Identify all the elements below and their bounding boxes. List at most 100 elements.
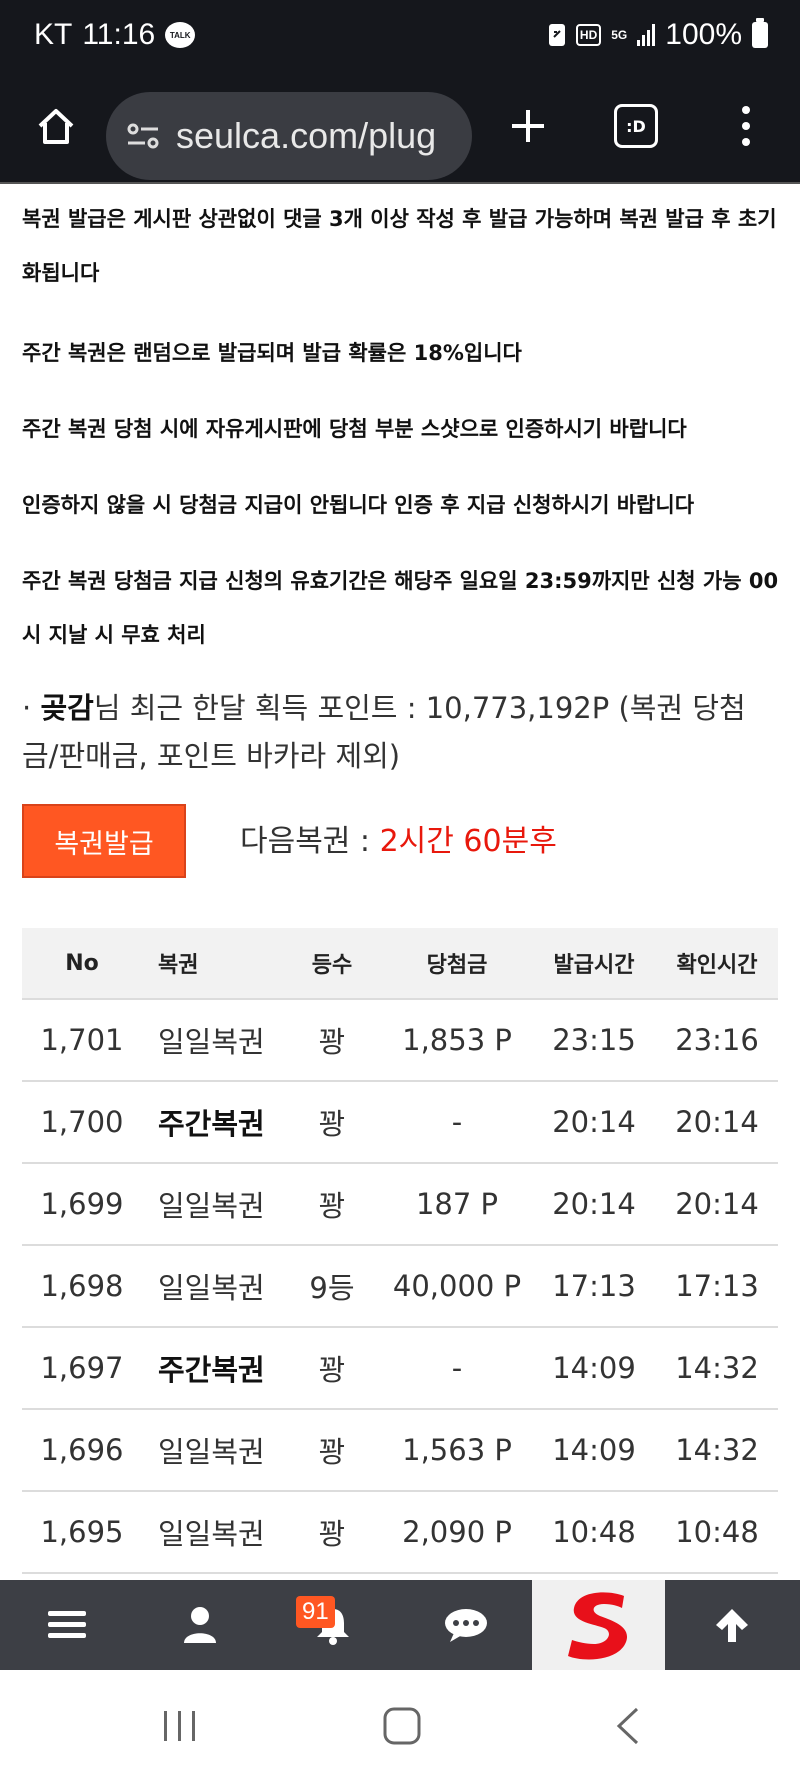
network-5g-icon: 5G	[611, 28, 628, 42]
row-no: 1,695	[40, 1515, 124, 1549]
nav-notifications-button[interactable]: 91	[266, 1580, 399, 1670]
header-no: No	[65, 950, 99, 976]
browser-menu-button[interactable]	[726, 98, 766, 154]
row-no: 1,701	[40, 1023, 124, 1057]
row-rank: 꽝	[318, 1025, 346, 1059]
status-right: HD 5G 100%	[548, 18, 768, 52]
row-type: 일일복권	[158, 1189, 265, 1223]
issue-lottery-button[interactable]: 복권발급	[22, 804, 186, 878]
notification-badge: 91	[296, 1596, 335, 1628]
notice-5: 주간 복권 당첨금 지급 신청의 유효기간은 해당주 일요일 23:59까지만 …	[22, 569, 779, 647]
user-nickname: 곶감	[40, 691, 94, 725]
row-no: 1,700	[40, 1105, 124, 1139]
row-issued: 23:15	[552, 1023, 636, 1057]
row-checked: 14:32	[675, 1351, 759, 1385]
site-logo-button[interactable]	[532, 1580, 665, 1670]
table-row: 1,698 일일복권 9등 40,000 P 17:13 17:13	[22, 1246, 778, 1328]
clock: 11:16	[82, 18, 156, 51]
row-checked: 10:48	[675, 1515, 759, 1549]
battery-percent: 100%	[665, 18, 742, 51]
notice-4: 인증하지 않을 시 당첨금 지급이 안됩니다 인증 후 지급 신청하시기 바랍니…	[22, 493, 695, 517]
recent-apps-button[interactable]	[150, 1696, 210, 1756]
header-prize: 당첨금	[426, 953, 488, 978]
nav-profile-button[interactable]	[133, 1580, 266, 1670]
row-rank: 꽝	[318, 1517, 346, 1551]
lock-card-icon	[548, 23, 566, 47]
row-type: 일일복권	[158, 1435, 265, 1469]
row-rank: 꽝	[318, 1189, 346, 1223]
tab-switcher-button[interactable]: :D	[614, 104, 658, 148]
home-icon	[38, 109, 74, 144]
row-no: 1,698	[40, 1269, 124, 1303]
status-bar: KT 11:16 TALK HD 5G 100%	[0, 0, 800, 74]
row-type: 주간복권	[158, 1107, 265, 1141]
home-nav-button[interactable]	[372, 1696, 432, 1756]
notice-2: 주간 복권은 랜덤으로 발급되며 발급 확률은 18%입니다	[22, 341, 522, 365]
table-row: 1,700 주간복권 꽝 - 20:14 20:14	[22, 1082, 778, 1164]
points-bullet: ·	[22, 691, 32, 725]
signal-icon	[637, 24, 656, 46]
table-header: No 복권 등수 당첨금 발급시간 확인시간	[22, 928, 778, 1000]
header-type: 복권	[158, 953, 199, 978]
row-issued: 14:09	[552, 1351, 636, 1385]
row-checked: 23:16	[675, 1023, 759, 1057]
row-rank: 꽝	[318, 1353, 346, 1387]
site-logo	[567, 1592, 627, 1660]
row-prize: 2,090 P	[402, 1515, 512, 1549]
row-checked: 17:13	[675, 1269, 759, 1303]
chat-icon	[444, 1609, 487, 1642]
back-button[interactable]	[598, 1696, 658, 1756]
url-text: seulca.com/plug	[176, 115, 437, 156]
points-text: 님 최근 한달 획득 포인트 : 10,773,192P (복권 당첨금/판매금…	[22, 691, 746, 773]
more-dot	[742, 138, 750, 146]
row-issued: 17:13	[552, 1269, 636, 1303]
row-checked: 14:32	[675, 1433, 759, 1467]
header-checked: 확인시간	[676, 953, 758, 978]
back-chevron-icon	[616, 1707, 639, 1745]
header-rank: 등수	[311, 953, 353, 978]
row-checked: 20:14	[675, 1105, 759, 1139]
row-type: 일일복권	[158, 1517, 265, 1551]
nav-menu-button[interactable]	[0, 1580, 133, 1670]
row-rank: 9등	[309, 1271, 355, 1305]
plus-icon	[512, 110, 544, 142]
nav-chat-button[interactable]	[399, 1580, 532, 1670]
row-rank: 꽝	[318, 1435, 346, 1469]
row-type: 일일복권	[158, 1025, 265, 1059]
more-dot	[742, 122, 750, 130]
next-lottery-label: 다음복권 :	[240, 824, 380, 859]
status-left: KT 11:16 TALK	[34, 18, 196, 52]
lottery-history-table: No 복권 등수 당첨금 발급시간 확인시간 1,701 일일복권 꽝 1,853 P…	[22, 928, 778, 1574]
scroll-top-button[interactable]	[665, 1580, 798, 1670]
row-prize: -	[451, 1351, 463, 1385]
new-tab-button[interactable]	[500, 98, 556, 154]
menu-icon	[47, 1611, 86, 1638]
monthly-points: · 곶감님 최근 한달 획득 포인트 : 10,773,192P (복권 당첨금…	[22, 684, 782, 780]
row-issued: 10:48	[552, 1515, 636, 1549]
home-square-icon	[383, 1707, 421, 1745]
notice-3: 주간 복권 당첨 시에 자유게시판에 당첨 부분 스샷으로 인증하시기 바랍니다	[22, 417, 687, 441]
address-bar[interactable]: seulca.com/plug	[106, 92, 472, 180]
notice-1: 복권 발급은 게시판 상관없이 댓글 3개 이상 작성 후 발급 가능하며 복권…	[22, 207, 777, 285]
arrow-up-icon	[715, 1609, 748, 1642]
row-no: 1,696	[40, 1433, 124, 1467]
table-row: 1,699 일일복권 꽝 187 P 20:14 20:14	[22, 1164, 778, 1246]
hd-voice-icon: HD	[575, 24, 602, 46]
row-prize: -	[451, 1105, 463, 1139]
kakaotalk-icon: TALK	[165, 22, 196, 48]
carrier: KT	[34, 18, 73, 51]
row-type: 주간복권	[158, 1353, 265, 1387]
home-button[interactable]	[28, 98, 84, 154]
site-settings-icon	[127, 123, 159, 149]
system-navigation-bar	[0, 1670, 800, 1778]
table-row: 1,701 일일복권 꽝 1,853 P 23:15 23:16	[22, 1000, 778, 1082]
row-prize: 1,563 P	[402, 1433, 512, 1467]
table-body: 1,701 일일복권 꽝 1,853 P 23:15 23:16 1,700 주간복권 꽝 -20…	[22, 1000, 778, 1574]
row-prize: 1,853 P	[402, 1023, 512, 1057]
row-prize: 187 P	[415, 1187, 499, 1221]
row-type: 일일복권	[158, 1271, 265, 1305]
row-no: 1,699	[40, 1187, 124, 1221]
table-row: 1,696 일일복권 꽝 1,563 P 14:09 14:32	[22, 1410, 778, 1492]
recent-apps-icon	[164, 1711, 195, 1741]
app-bottom-nav: 91	[0, 1580, 800, 1670]
